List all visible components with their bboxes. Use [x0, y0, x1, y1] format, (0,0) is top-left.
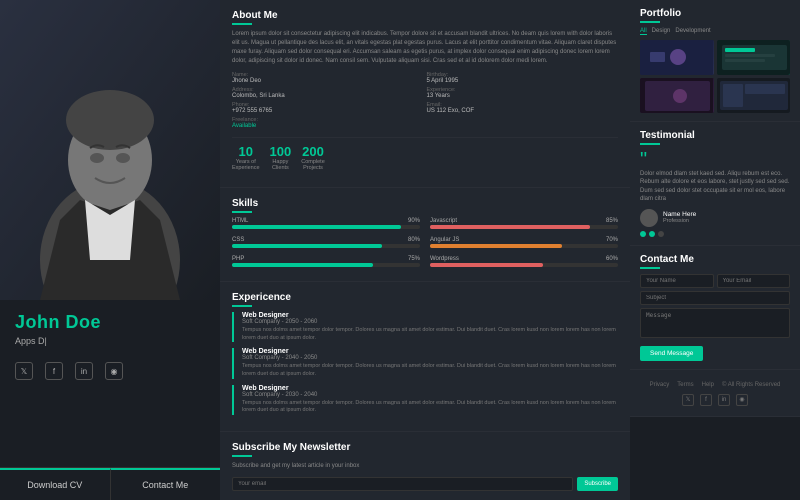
- skills-grid: HTML90% Javascript85% CSS80% Angular JS7…: [232, 218, 618, 271]
- footer-facebook-icon[interactable]: f: [700, 394, 712, 406]
- author-avatar: [640, 209, 658, 227]
- stat-projects: 200 CompleteProjects: [301, 144, 325, 171]
- footer-linkedin-icon[interactable]: in: [718, 394, 730, 406]
- twitter-icon[interactable]: 𝕏: [15, 362, 33, 380]
- about-text: Lorem ipsum dolor sit consectetur adipis…: [232, 30, 618, 66]
- info-phone: Phone: +972 555 6765: [232, 102, 424, 114]
- dot-1[interactable]: [640, 231, 646, 237]
- footer-socials: 𝕏 f in ◉: [640, 392, 790, 408]
- skills-panel: Skills HTML90% Javascript85% CSS80%: [220, 188, 630, 282]
- stat-experience: 10 Years ofExperience: [232, 144, 260, 171]
- bottom-buttons: Download CV Contact Me: [0, 467, 220, 500]
- contact-message-input[interactable]: [640, 308, 790, 338]
- info-birthday: Birthday: 5 April 1995: [427, 72, 619, 84]
- instagram-icon[interactable]: ◉: [105, 362, 123, 380]
- facebook-icon[interactable]: f: [45, 362, 63, 380]
- skills-title: Skills: [232, 198, 618, 213]
- contact-me-button[interactable]: Contact Me: [111, 468, 221, 500]
- testimonial-title: Testimonial: [640, 130, 790, 145]
- name-area: John Doe Apps D|: [0, 300, 220, 354]
- contact-name-email-row: [640, 274, 790, 291]
- left-panel: John Doe Apps D| 𝕏 f in ◉ Download CV Co…: [0, 0, 220, 500]
- experience-title: Expericence: [232, 292, 618, 307]
- skill-html: HTML90%: [232, 218, 420, 229]
- author-info: Name Here Profession: [663, 211, 696, 224]
- footer-twitter-icon[interactable]: 𝕏: [682, 394, 694, 406]
- newsletter-row: Subscribe: [232, 477, 618, 491]
- portfolio-right-thumb-4[interactable]: [717, 78, 791, 113]
- rfilter-dev[interactable]: Development: [675, 28, 710, 35]
- about-panel: About Me Lorem ipsum dolor sit consectet…: [220, 0, 630, 188]
- portfolio-right-grid: [640, 40, 790, 113]
- info-address: Address: Colombo, Sri Lanka: [232, 87, 424, 99]
- portfolio-right-title: Portfolio: [640, 8, 790, 23]
- rfilter-all[interactable]: All: [640, 28, 647, 35]
- exp-item-1: Web Designer Soft Company - 2050 - 2060 …: [232, 312, 618, 342]
- newsletter-subscribe-button[interactable]: Subscribe: [577, 477, 618, 491]
- right-panels: Portfolio All Design Development: [630, 0, 800, 500]
- testimonial-text: Dolor elmod dlam stet kaed sed. Aliqu re…: [640, 170, 790, 204]
- copyright-text: © All Rights Reserved: [722, 382, 780, 388]
- download-cv-button[interactable]: Download CV: [0, 468, 111, 500]
- about-title: About Me: [232, 10, 618, 25]
- footer-links: Privacy Terms Help © All Rights Reserved: [640, 378, 790, 392]
- newsletter-email-input[interactable]: [232, 477, 573, 491]
- skill-css: CSS80%: [232, 237, 420, 248]
- portfolio-right-thumb-1[interactable]: [640, 40, 714, 75]
- help-link[interactable]: Help: [702, 382, 714, 388]
- about-info-grid: Name: Jhone Deo Birthday: 5 April 1995 A…: [232, 72, 618, 129]
- info-experience: Experience: 13 Years: [427, 87, 619, 99]
- footer-instagram-icon[interactable]: ◉: [736, 394, 748, 406]
- profile-photo: [0, 0, 220, 300]
- experience-panel: Expericence Web Designer Soft Company - …: [220, 282, 630, 432]
- profile-name: John Doe: [15, 312, 205, 333]
- testimonial-dots: [640, 231, 790, 237]
- contact-subject-input[interactable]: [640, 291, 790, 305]
- stats-row: 10 Years ofExperience 100 HappyClients 2…: [232, 137, 618, 177]
- contact-send-button[interactable]: Send Message: [640, 346, 703, 361]
- social-icons-row: 𝕏 f in ◉: [0, 354, 220, 388]
- portfolio-right-thumb-2[interactable]: [717, 40, 791, 75]
- author-name: Name Here: [663, 211, 696, 218]
- footer-panel: Privacy Terms Help © All Rights Reserved…: [630, 370, 800, 417]
- skill-php: PHP75%: [232, 256, 420, 267]
- quote-mark: ": [640, 150, 790, 170]
- stat-clients: 100 HappyClients: [270, 144, 292, 171]
- profile-subtitle: Apps D|: [15, 336, 205, 346]
- contact-email-input[interactable]: [717, 274, 791, 288]
- exp-item-2: Web Designer Soft Company - 2040 - 2050 …: [232, 348, 618, 378]
- skill-wordpress: Wordpress60%: [430, 256, 618, 267]
- skill-js: Javascript85%: [430, 218, 618, 229]
- info-freelance: Freelance: Available: [232, 117, 424, 129]
- terms-link[interactable]: Terms: [677, 382, 693, 388]
- privacy-link[interactable]: Privacy: [650, 382, 670, 388]
- contact-title: Contact Me: [640, 254, 790, 269]
- contact-name-input[interactable]: [640, 274, 714, 288]
- portfolio-right-panel: Portfolio All Design Development: [630, 0, 800, 122]
- exp-item-3: Web Designer Soft Company - 2030 - 2040 …: [232, 385, 618, 415]
- author-role: Profession: [663, 218, 696, 224]
- info-name: Name: Jhone Deo: [232, 72, 424, 84]
- newsletter-panel: Subscribe My Newsletter Subscribe and ge…: [220, 432, 630, 500]
- newsletter-title: Subscribe My Newsletter: [232, 442, 618, 457]
- portfolio-right-thumb-3[interactable]: [640, 78, 714, 113]
- linkedin-icon[interactable]: in: [75, 362, 93, 380]
- middle-scroll[interactable]: About Me Lorem ipsum dolor sit consectet…: [220, 0, 630, 500]
- contact-panel: Contact Me Send Message: [630, 246, 800, 370]
- middle-panels: About Me Lorem ipsum dolor sit consectet…: [220, 0, 630, 500]
- dot-3[interactable]: [658, 231, 664, 237]
- testimonial-author: Name Here Profession: [640, 209, 790, 227]
- testimonial-panel: Testimonial " Dolor elmod dlam stet kaed…: [630, 122, 800, 246]
- portfolio-right-filters: All Design Development: [640, 28, 790, 35]
- newsletter-subtitle: Subscribe and get my latest article in y…: [232, 462, 618, 471]
- dot-2[interactable]: [649, 231, 655, 237]
- skill-angular: Angular JS70%: [430, 237, 618, 248]
- rfilter-design[interactable]: Design: [652, 28, 671, 35]
- info-email: Email: US 112 Exo, COF: [427, 102, 619, 114]
